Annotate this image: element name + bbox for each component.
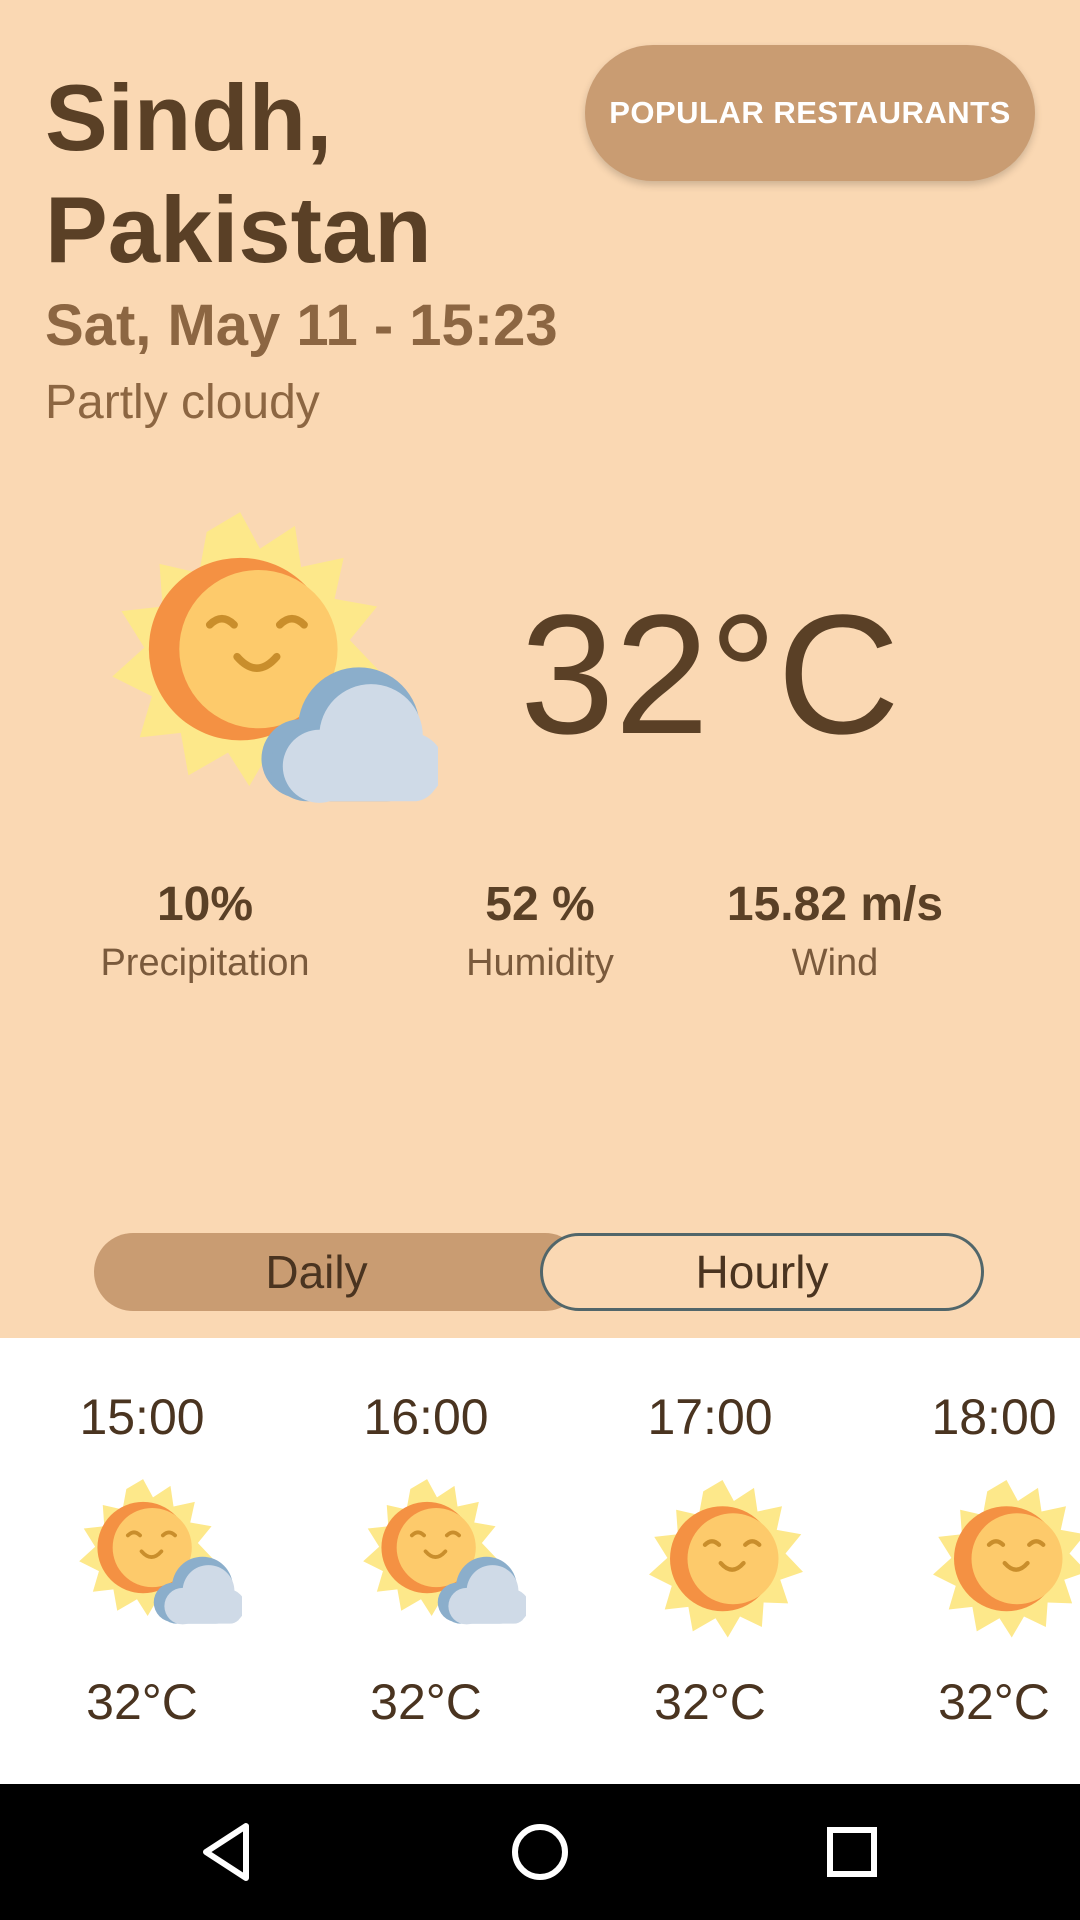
- hour-temperature: 32°C: [654, 1674, 766, 1730]
- popular-restaurants-button[interactable]: POPULAR RESTAURANTS: [585, 45, 1035, 181]
- sun-icon: [919, 1473, 1080, 1648]
- date-time: Sat, May 11 - 15:23: [45, 293, 558, 358]
- precipitation-value: 10%: [156, 878, 254, 931]
- hour-temperature: 32°C: [370, 1674, 482, 1730]
- hourly-item: 16:00 32°C: [296, 1338, 556, 1784]
- hour-time: 18:00: [931, 1389, 1057, 1445]
- back-icon[interactable]: [188, 1812, 268, 1892]
- humidity-label: Humidity: [466, 942, 614, 984]
- partly-cloudy-sun-icon: [361, 1477, 526, 1625]
- weather-condition: Partly cloudy: [45, 376, 320, 429]
- sun-icon: [635, 1473, 810, 1648]
- system-navigation-bar: [0, 1784, 1080, 1920]
- hourly-tab[interactable]: Hourly: [540, 1233, 984, 1311]
- hour-time: 17:00: [647, 1389, 773, 1445]
- wind-stat: 15.82 m/s Wind: [685, 875, 985, 991]
- hour-time: 15:00: [79, 1389, 205, 1445]
- home-icon[interactable]: [500, 1812, 580, 1892]
- partly-cloudy-sun-icon: [88, 500, 438, 803]
- hour-time: 16:00: [363, 1389, 489, 1445]
- humidity-stat: 52 % Humidity: [390, 875, 690, 991]
- precipitation-label: Precipitation: [100, 942, 310, 984]
- wind-label: Wind: [791, 942, 879, 984]
- wind-value: 15.82 m/s: [726, 878, 944, 931]
- forecast-toggle: Daily Hourly: [94, 1233, 984, 1311]
- hourly-item: 15:00 32°C: [12, 1338, 272, 1784]
- location-title: Sindh, Pakistan: [45, 65, 432, 282]
- current-temperature: 32°C: [520, 580, 900, 770]
- hour-temperature: 32°C: [938, 1674, 1050, 1730]
- weather-header: Sindh, Pakistan POPULAR RESTAURANTS Sat,…: [0, 0, 1080, 1338]
- precipitation-stat: 10% Precipitation: [55, 875, 355, 991]
- humidity-value: 52 %: [485, 878, 595, 931]
- partly-cloudy-sun-icon: [77, 1477, 242, 1625]
- hourly-forecast-list[interactable]: 15:00 32°C 16:00 32°C 17:00 32°C 18:00 3…: [0, 1338, 1080, 1784]
- daily-tab[interactable]: Daily: [94, 1233, 584, 1311]
- hourly-item: 18:00 32°C: [864, 1338, 1080, 1784]
- recent-apps-icon[interactable]: [812, 1812, 892, 1892]
- hourly-item: 17:00 32°C: [580, 1338, 840, 1784]
- hour-temperature: 32°C: [86, 1674, 198, 1730]
